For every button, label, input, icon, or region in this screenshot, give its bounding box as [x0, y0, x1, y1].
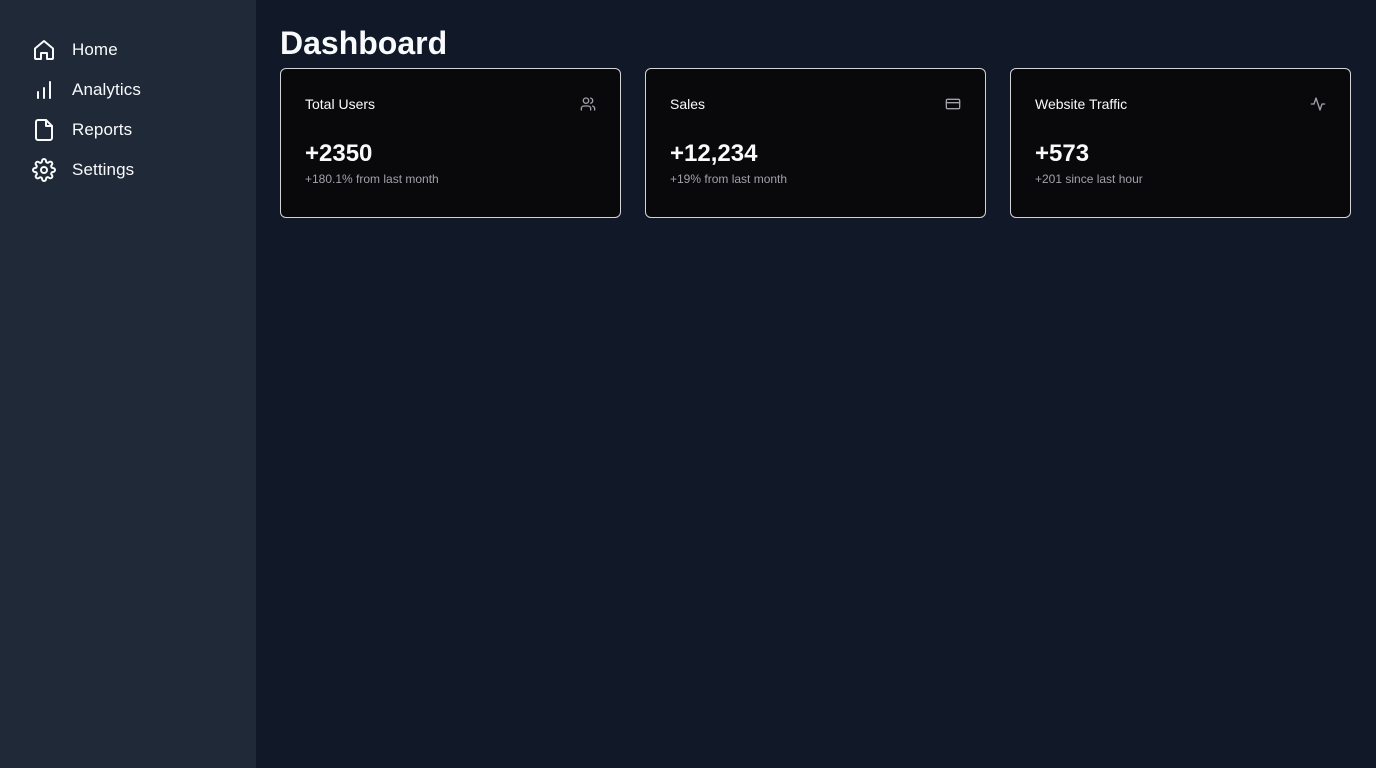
- sidebar-item-label: Settings: [72, 160, 135, 179]
- sidebar-item-settings[interactable]: Settings: [32, 150, 256, 190]
- page-title: Dashboard: [280, 25, 448, 61]
- sidebar-item-label: Reports: [72, 120, 133, 139]
- gear-icon: [32, 158, 56, 182]
- sidebar-item-label: Analytics: [72, 80, 141, 99]
- card-header: Sales: [670, 94, 961, 114]
- sidebar: Home Analytics Reports Settings: [0, 0, 256, 768]
- card-value: +2350: [305, 140, 373, 167]
- bar-chart-icon: [32, 78, 56, 102]
- card-title: Sales: [670, 96, 706, 112]
- card-value: +573: [1035, 140, 1090, 167]
- stat-card-website-traffic: Website Traffic +573 +201 since last hou…: [1010, 68, 1351, 218]
- main-content: Dashboard Total Users +2350 +180.1% from…: [256, 0, 1376, 768]
- card-value: +12,234: [670, 140, 758, 167]
- card-title: Website Traffic: [1035, 96, 1128, 112]
- stat-card-sales: Sales +12,234 +19% from last month: [645, 68, 986, 218]
- app-root: Home Analytics Reports Settings Dashboar…: [0, 0, 1376, 768]
- card-subtext: +201 since last hour: [1035, 172, 1143, 186]
- sidebar-item-home[interactable]: Home: [32, 30, 256, 70]
- users-icon: [580, 96, 596, 112]
- card-header: Total Users: [305, 94, 596, 114]
- card-title: Total Users: [305, 96, 376, 112]
- stat-cards: Total Users +2350 +180.1% from last mont…: [280, 68, 1352, 218]
- activity-icon: [1310, 96, 1326, 112]
- credit-card-icon: [945, 96, 961, 112]
- sidebar-item-reports[interactable]: Reports: [32, 110, 256, 150]
- card-header: Website Traffic: [1035, 94, 1326, 114]
- sidebar-item-analytics[interactable]: Analytics: [32, 70, 256, 110]
- file-icon: [32, 118, 56, 142]
- card-subtext: +19% from last month: [670, 172, 788, 186]
- sidebar-item-label: Home: [72, 40, 118, 59]
- home-icon: [32, 38, 56, 62]
- card-subtext: +180.1% from last month: [305, 172, 439, 186]
- stat-card-total-users: Total Users +2350 +180.1% from last mont…: [280, 68, 621, 218]
